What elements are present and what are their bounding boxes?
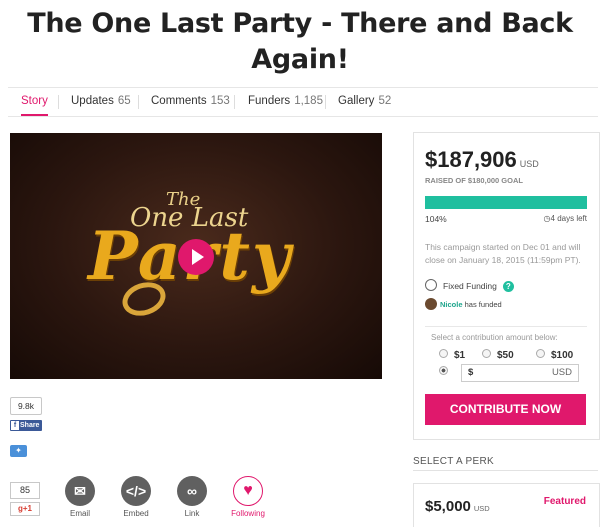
amount-option-1[interactable]: $1	[439, 349, 465, 361]
perk-divider	[413, 470, 598, 471]
percent-funded: 104%	[425, 214, 447, 224]
campaign-dates: This campaign started on Dec 01 and will…	[425, 242, 581, 265]
email-label: Email	[69, 509, 90, 518]
campaign-title: The One Last Party - There and Back Agai…	[27, 8, 573, 75]
play-button[interactable]	[178, 239, 214, 275]
amount-option-label: $1	[454, 350, 466, 361]
custom-amount-currency: USD	[551, 367, 572, 378]
funder-name[interactable]: Nicole	[440, 300, 463, 309]
gplus-button[interactable]: g+1	[10, 502, 40, 516]
tab-label: Funders	[248, 95, 291, 107]
amount-option-100[interactable]: $100	[536, 349, 573, 361]
facebook-share-count: 9.8k	[10, 397, 42, 415]
facebook-share-button[interactable]: f Share	[10, 420, 42, 431]
goal-text: RAISED OF $180,000 GOAL	[425, 176, 523, 185]
perk-currency: USD	[473, 504, 490, 513]
tab-label: Story	[21, 95, 48, 107]
days-number: 4	[550, 214, 555, 223]
perk-amount: $5,000 USD	[425, 498, 490, 515]
tab-updates[interactable]: Updates 65	[71, 88, 131, 116]
embed-icon: </>	[125, 483, 147, 499]
clock-icon: ◷	[543, 214, 551, 223]
email-icon: ✉	[74, 483, 86, 499]
select-perk-heading: SELECT A PERK	[413, 456, 494, 467]
tab-divider	[325, 95, 326, 109]
tab-count: 65	[117, 95, 131, 107]
amount-option-label: $50	[497, 350, 514, 361]
progress-bar	[425, 196, 587, 209]
featured-badge: Featured	[543, 496, 586, 507]
perk-card[interactable]: $5,000 USD Featured	[413, 483, 600, 527]
tab-divider	[58, 95, 59, 109]
amount-option-label: $100	[551, 350, 574, 361]
following-label: Following	[231, 509, 265, 518]
help-icon[interactable]: ?	[502, 281, 514, 292]
radio-icon	[439, 349, 448, 358]
tab-story[interactable]: Story	[21, 88, 48, 116]
progress-fill	[425, 196, 587, 209]
tab-comments[interactable]: Comments 153	[151, 88, 230, 116]
fixed-funding: Fixed Funding?	[425, 279, 514, 292]
email-button[interactable]: ✉	[65, 476, 95, 506]
facebook-share-label: Share	[20, 422, 40, 429]
radio-icon	[482, 349, 491, 358]
gplus-label: +1	[22, 504, 32, 513]
tab-label: Gallery	[338, 95, 375, 107]
heart-icon: ♥	[243, 482, 253, 499]
tab-label: Comments	[151, 95, 207, 107]
raised-currency: USD	[519, 159, 539, 169]
avatar	[425, 298, 437, 310]
tab-funders[interactable]: Funders 1,185	[248, 88, 323, 116]
campaign-video[interactable]: The One Last Party	[10, 133, 382, 379]
fixed-funding-label: Fixed Funding	[443, 281, 497, 291]
contribution-label: Select a contribution amount below:	[431, 333, 558, 342]
contribution-selector: Select a contribution amount below: $1 $…	[425, 326, 587, 387]
tab-gallery[interactable]: Gallery 52	[338, 88, 391, 116]
days-label: days left	[557, 214, 587, 223]
tab-divider	[234, 95, 235, 109]
following-button[interactable]: ♥	[233, 476, 263, 506]
days-left: ◷4 days left	[544, 214, 587, 223]
embed-button[interactable]: </>	[121, 476, 151, 506]
radio-icon	[439, 366, 448, 375]
funder-text: has funded	[464, 300, 502, 309]
gplus-count: 85	[10, 482, 40, 499]
contribute-now-button[interactable]: CONTRIBUTE NOW	[425, 394, 586, 425]
embed-label: Embed	[123, 509, 149, 518]
raised-value: $187,906	[425, 147, 517, 172]
campaign-tabs: Story Updates 65 Comments 153 Funders 1,185…	[8, 87, 598, 117]
custom-amount-input[interactable]: $ USD	[461, 364, 579, 382]
amount-raised: $187,906 USD	[425, 147, 539, 173]
tab-divider	[138, 95, 139, 109]
perk-amount-value: $5,000	[425, 498, 471, 515]
link-label: Link	[184, 509, 200, 518]
link-button[interactable]: ∞	[177, 476, 207, 506]
facebook-icon: f	[11, 421, 19, 430]
twitter-icon[interactable]: ✦	[10, 445, 27, 457]
tab-count: 52	[378, 95, 392, 107]
tab-count: 153	[210, 95, 230, 107]
recent-funder: Nicole has funded	[425, 298, 502, 310]
tab-label: Updates	[71, 95, 114, 107]
amount-option-50[interactable]: $50	[482, 349, 514, 361]
radio-icon	[536, 349, 545, 358]
link-icon: ∞	[187, 483, 197, 499]
funding-panel: $187,906 USD RAISED OF $180,000 GOAL 104%…	[413, 132, 600, 440]
custom-amount-prefix: $	[468, 367, 474, 378]
target-icon	[425, 279, 437, 291]
custom-amount-radio[interactable]	[439, 366, 454, 378]
tab-count: 1,185	[294, 95, 323, 107]
